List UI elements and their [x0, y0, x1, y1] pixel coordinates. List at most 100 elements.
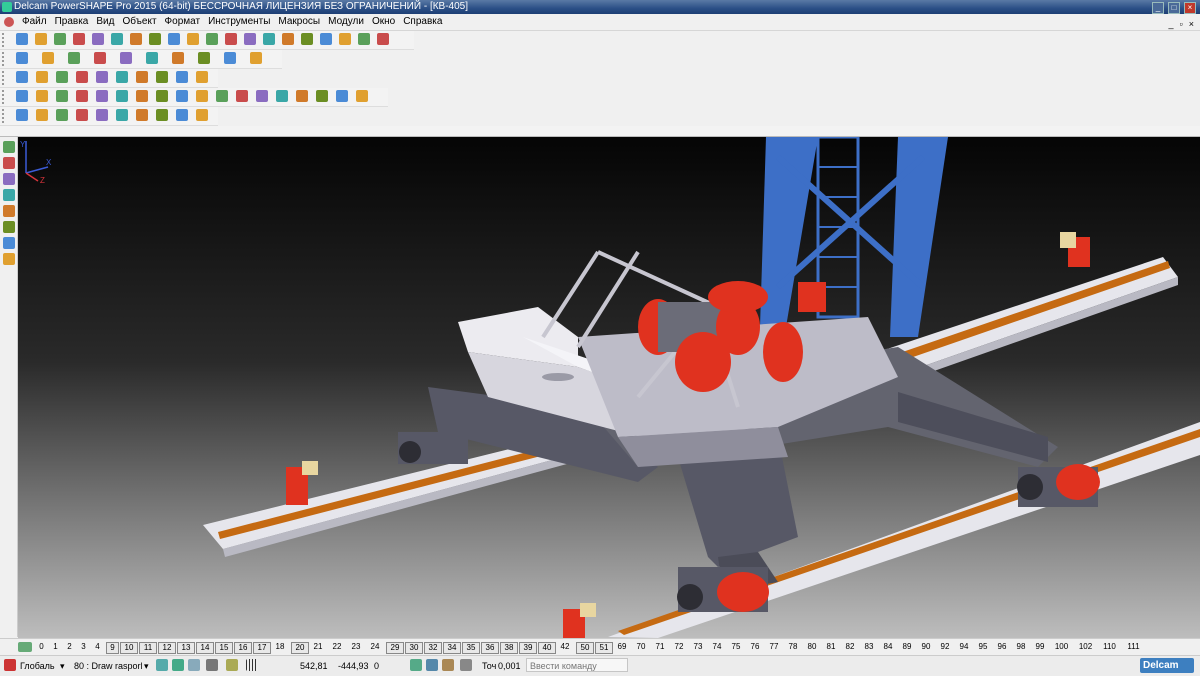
level-button[interactable]: 18 — [272, 642, 288, 652]
sphere-icon[interactable] — [3, 253, 15, 265]
dimension-icon[interactable] — [176, 109, 188, 121]
cut-icon[interactable] — [96, 90, 108, 102]
level-button[interactable]: 36 — [481, 642, 499, 654]
level-button[interactable]: 9 — [106, 642, 119, 654]
view-iso-icon[interactable] — [94, 52, 106, 64]
redo-icon[interactable] — [176, 90, 188, 102]
workplane-icon[interactable] — [156, 71, 168, 83]
save-icon[interactable] — [56, 90, 68, 102]
grid-icon[interactable] — [172, 659, 184, 671]
solid-icon[interactable] — [336, 90, 348, 102]
surface-icon[interactable] — [3, 189, 15, 201]
surface-icon[interactable] — [316, 90, 328, 102]
level-button[interactable]: 21 — [310, 642, 326, 652]
select-icon[interactable] — [3, 141, 15, 153]
layer-icon[interactable] — [136, 109, 148, 121]
cut-icon[interactable] — [92, 33, 104, 45]
level-button[interactable]: 81 — [823, 642, 839, 652]
level-button[interactable]: 17 — [253, 642, 271, 654]
doc-close-button[interactable]: × — [1189, 16, 1194, 32]
shade-icon[interactable] — [16, 109, 28, 121]
level-button[interactable]: 98 — [1013, 642, 1029, 652]
levels-icon[interactable] — [18, 642, 32, 652]
zoom-out-icon[interactable] — [198, 52, 210, 64]
line-icon[interactable] — [236, 90, 248, 102]
level-button[interactable]: 74 — [709, 642, 725, 652]
doc-minimize-button[interactable]: _ — [1169, 16, 1174, 32]
paste-icon[interactable] — [136, 90, 148, 102]
level-button[interactable]: 102 — [1075, 642, 1096, 652]
undo-icon[interactable] — [156, 90, 168, 102]
layer-icon[interactable] — [136, 71, 148, 83]
print-icon[interactable] — [73, 33, 85, 45]
shade-icon[interactable] — [356, 90, 368, 102]
rotate-icon[interactable] — [120, 52, 132, 64]
menu-tools[interactable]: Инструменты — [204, 14, 274, 30]
new-file-icon[interactable] — [16, 90, 28, 102]
level-button[interactable]: 99 — [1032, 642, 1048, 652]
solid-icon[interactable] — [320, 33, 332, 45]
ortho-icon[interactable] — [188, 659, 200, 671]
menu-edit[interactable]: Правка — [51, 14, 93, 30]
menu-window[interactable]: Окно — [368, 14, 399, 30]
copy-icon[interactable] — [116, 90, 128, 102]
circle-icon[interactable] — [263, 33, 275, 45]
level-button[interactable]: 0 — [36, 642, 47, 652]
snap-icon[interactable] — [156, 659, 168, 671]
menu-macros[interactable]: Макросы — [274, 14, 324, 30]
level-button[interactable]: 30 — [405, 642, 423, 654]
light-icon[interactable] — [56, 71, 68, 83]
graphics-viewport[interactable]: Y X Z — [18, 137, 1200, 638]
menu-view[interactable]: Вид — [92, 14, 118, 30]
lock-icon[interactable] — [206, 659, 218, 671]
save-icon[interactable] — [54, 33, 66, 45]
line-icon[interactable] — [225, 33, 237, 45]
solid-icon[interactable] — [3, 205, 15, 217]
new-file-icon[interactable] — [16, 33, 28, 45]
settings-icon[interactable] — [226, 659, 238, 671]
undo-icon[interactable] — [149, 33, 161, 45]
texture-icon[interactable] — [76, 109, 88, 121]
level-button[interactable]: 38 — [500, 642, 518, 654]
color-icon[interactable] — [116, 71, 128, 83]
level-button[interactable]: 78 — [785, 642, 801, 652]
level-button[interactable]: 32 — [424, 642, 442, 654]
level-button[interactable]: 10 — [120, 642, 138, 654]
level-button[interactable]: 4 — [92, 642, 103, 652]
level-button[interactable]: 80 — [804, 642, 820, 652]
zoom-icon[interactable] — [187, 33, 199, 45]
level-button[interactable]: 35 — [462, 642, 480, 654]
render-icon[interactable] — [250, 52, 262, 64]
fit-icon[interactable] — [216, 90, 228, 102]
level-button[interactable]: 69 — [614, 642, 630, 652]
toolbar-grip[interactable] — [2, 33, 12, 47]
level-button[interactable]: 72 — [671, 642, 687, 652]
copy-icon[interactable] — [111, 33, 123, 45]
level-button[interactable]: 42 — [557, 642, 573, 652]
maximize-button[interactable]: □ — [1168, 2, 1180, 14]
doc-restore-button[interactable]: ▫ — [1180, 16, 1183, 32]
level-select[interactable]: 80 : Draw rasporl — [74, 660, 143, 672]
level-button[interactable]: 14 — [196, 642, 214, 654]
command-input[interactable]: Ввести команду — [526, 658, 628, 672]
level-button[interactable]: 92 — [937, 642, 953, 652]
layer-icon[interactable] — [3, 157, 15, 169]
print-icon[interactable] — [76, 90, 88, 102]
level-button[interactable]: 12 — [158, 642, 176, 654]
analysis-icon[interactable] — [96, 71, 108, 83]
document-icon[interactable] — [4, 17, 14, 27]
level-button[interactable]: 100 — [1051, 642, 1072, 652]
level-button[interactable]: 96 — [994, 642, 1010, 652]
app-icon[interactable] — [2, 2, 12, 12]
circle-icon[interactable] — [276, 90, 288, 102]
minimize-button[interactable]: _ — [1152, 2, 1164, 14]
level-button[interactable]: 34 — [443, 642, 461, 654]
export-icon[interactable] — [196, 109, 208, 121]
level-button[interactable]: 95 — [975, 642, 991, 652]
level-button[interactable]: 40 — [538, 642, 556, 654]
arc-icon[interactable] — [244, 33, 256, 45]
workplane-select[interactable]: Глобаль — [20, 660, 55, 672]
level-button[interactable]: 89 — [899, 642, 915, 652]
menu-file[interactable]: Файл — [18, 14, 51, 30]
calculator-icon[interactable] — [460, 659, 472, 671]
